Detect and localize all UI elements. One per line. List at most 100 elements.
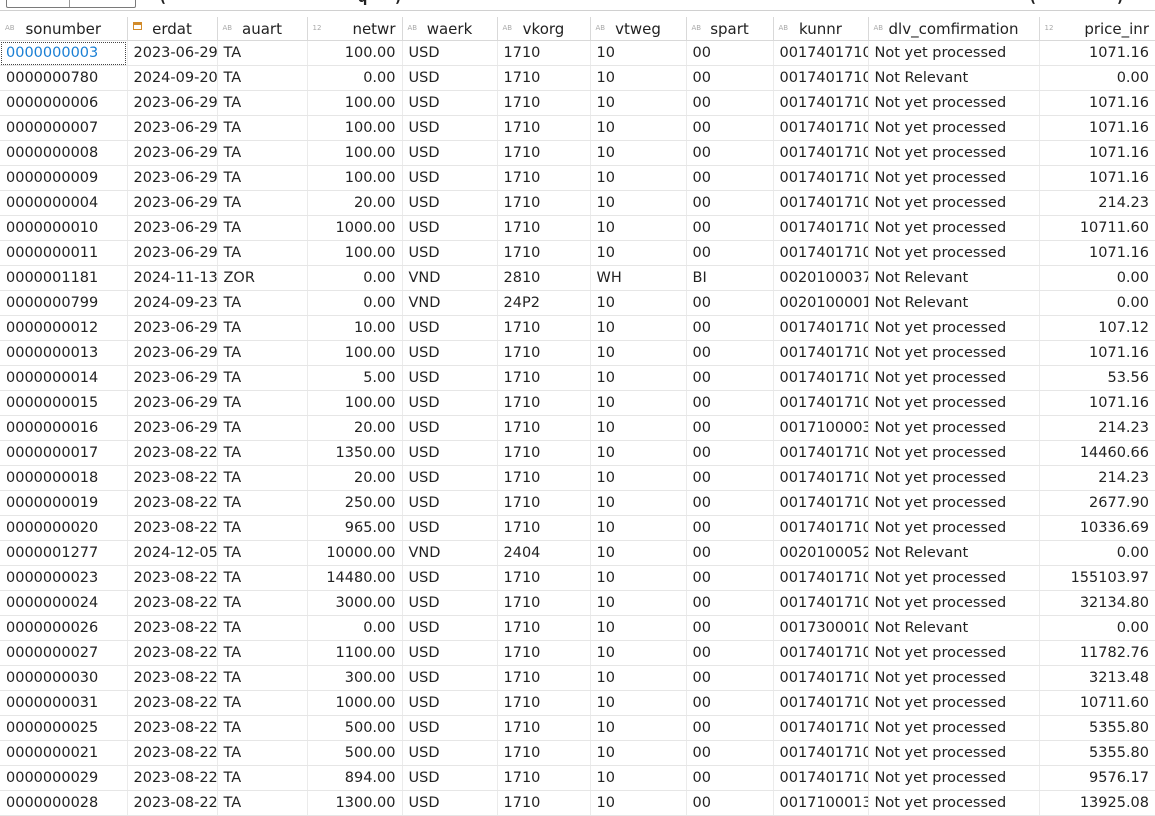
cell-dlv-comfirmation[interactable]: Not yet processed [868, 365, 1040, 391]
table-row[interactable]: 0000000020 2023-08-22 TA 965.00 USD 1710 10 00 0… [0, 515, 1155, 541]
cell-spart[interactable]: 00 [686, 140, 774, 166]
table-row[interactable]: 0000000016 2023-06-29 TA 20.00 USD 1710 10 00 00… [0, 415, 1155, 441]
cell-kunnr[interactable]: 0017401710 [773, 565, 869, 591]
cell-auart[interactable]: TA [217, 240, 308, 266]
cell-erdat[interactable]: 2023-06-29 [127, 240, 218, 266]
cell-vkorg[interactable]: 1710 [497, 465, 591, 491]
column-header-vkorg[interactable]: AB vkorg [497, 17, 591, 41]
cell-spart[interactable]: 00 [686, 515, 774, 541]
cell-erdat[interactable]: 2023-08-22 [127, 740, 218, 766]
cell-vkorg[interactable]: 1710 [497, 715, 591, 741]
table-row[interactable]: 0000000015 2023-06-29 TA 100.00 USD 1710 10 00 0… [0, 390, 1155, 416]
cell-dlv-comfirmation[interactable]: Not yet processed [868, 665, 1040, 691]
cell-waerk[interactable]: USD [402, 615, 498, 641]
cell-waerk[interactable]: USD [402, 715, 498, 741]
cell-erdat[interactable]: 2023-08-22 [127, 640, 218, 666]
cell-dlv-comfirmation[interactable]: Not Relevant [868, 290, 1040, 316]
cell-dlv-comfirmation[interactable]: Not Relevant [868, 265, 1040, 291]
cell-vkorg[interactable]: 24P2 [497, 290, 591, 316]
cell-auart[interactable]: TA [217, 90, 308, 116]
cell-auart[interactable]: TA [217, 640, 308, 666]
cell-price-inr[interactable]: 14460.66 [1039, 440, 1155, 466]
cell-price-inr[interactable]: 11782.76 [1039, 640, 1155, 666]
column-header-erdat[interactable]: erdat [127, 17, 218, 41]
cell-sonumber[interactable]: 0000000024 [0, 590, 128, 616]
cell-vtweg[interactable]: 10 [590, 215, 687, 241]
toolbar-input[interactable] [6, 0, 136, 8]
cell-waerk[interactable]: USD [402, 590, 498, 616]
cell-dlv-comfirmation[interactable]: Not yet processed [868, 440, 1040, 466]
cell-vtweg[interactable]: 10 [590, 665, 687, 691]
cell-spart[interactable]: 00 [686, 315, 774, 341]
cell-price-inr[interactable]: 1071.16 [1039, 165, 1155, 191]
cell-waerk[interactable]: VND [402, 290, 498, 316]
cell-kunnr[interactable]: 0017401710 [773, 90, 869, 116]
cell-vkorg[interactable]: 1710 [497, 415, 591, 441]
table-row[interactable]: 0000000031 2023-08-22 TA 1000.00 USD 1710 10 00… [0, 690, 1155, 716]
cell-vkorg[interactable]: 2810 [497, 265, 591, 291]
cell-erdat[interactable]: 2023-08-22 [127, 665, 218, 691]
table-row[interactable]: 0000000025 2023-08-22 TA 500.00 USD 1710 10 00 0… [0, 715, 1155, 741]
cell-price-inr[interactable]: 3213.48 [1039, 665, 1155, 691]
cell-auart[interactable]: TA [217, 190, 308, 216]
table-row[interactable]: 0000000024 2023-08-22 TA 3000.00 USD 1710 10 00… [0, 590, 1155, 616]
cell-dlv-comfirmation[interactable]: Not yet processed [868, 190, 1040, 216]
cell-kunnr[interactable]: 0017401710 [773, 115, 869, 141]
cell-spart[interactable]: 00 [686, 565, 774, 591]
cell-price-inr[interactable]: 9576.17 [1039, 765, 1155, 791]
cell-netwr[interactable]: 500.00 [307, 740, 403, 766]
table-row[interactable]: 0000000021 2023-08-22 TA 500.00 USD 1710 10 00 0… [0, 740, 1155, 766]
cell-dlv-comfirmation[interactable]: Not yet processed [868, 490, 1040, 516]
table-row[interactable]: 0000000009 2023-06-29 TA 100.00 USD 1710 10 00 0… [0, 165, 1155, 191]
cell-vtweg[interactable]: 10 [590, 640, 687, 666]
cell-price-inr[interactable]: 13925.08 [1039, 790, 1155, 816]
cell-vtweg[interactable]: 10 [590, 365, 687, 391]
cell-erdat[interactable]: 2024-09-23 [127, 290, 218, 316]
cell-kunnr[interactable]: 0017401710 [773, 665, 869, 691]
cell-vkorg[interactable]: 1710 [497, 115, 591, 141]
cell-sonumber[interactable]: 0000000029 [0, 765, 128, 791]
cell-dlv-comfirmation[interactable]: Not yet processed [868, 315, 1040, 341]
cell-netwr[interactable]: 100.00 [307, 90, 403, 116]
cell-vtweg[interactable]: 10 [590, 115, 687, 141]
cell-sonumber[interactable]: 0000000004 [0, 190, 128, 216]
cell-erdat[interactable]: 2023-08-22 [127, 790, 218, 816]
cell-kunnr[interactable]: 0017401710 [773, 640, 869, 666]
cell-netwr[interactable]: 10.00 [307, 315, 403, 341]
cell-waerk[interactable]: USD [402, 465, 498, 491]
cell-price-inr[interactable]: 1071.16 [1039, 90, 1155, 116]
cell-spart[interactable]: 00 [686, 340, 774, 366]
table-row[interactable]: 0000001181 2024-11-13 ZOR 0.00 VND 2810 WH BI 00… [0, 265, 1155, 291]
cell-waerk[interactable]: VND [402, 265, 498, 291]
cell-vtweg[interactable]: 10 [590, 740, 687, 766]
table-row[interactable]: 0000000008 2023-06-29 TA 100.00 USD 1710 10 00 0… [0, 140, 1155, 166]
cell-vkorg[interactable]: 1710 [497, 690, 591, 716]
cell-spart[interactable]: 00 [686, 540, 774, 566]
cell-vkorg[interactable]: 1710 [497, 215, 591, 241]
cell-auart[interactable]: TA [217, 465, 308, 491]
cell-vkorg[interactable]: 1710 [497, 90, 591, 116]
cell-dlv-comfirmation[interactable]: Not yet processed [868, 790, 1040, 816]
cell-auart[interactable]: TA [217, 765, 308, 791]
cell-sonumber[interactable]: 0000000025 [0, 715, 128, 741]
cell-vtweg[interactable]: 10 [590, 165, 687, 191]
cell-waerk[interactable]: USD [402, 140, 498, 166]
cell-spart[interactable]: 00 [686, 490, 774, 516]
cell-erdat[interactable]: 2023-06-29 [127, 390, 218, 416]
cell-vtweg[interactable]: WH [590, 265, 687, 291]
cell-waerk[interactable]: USD [402, 340, 498, 366]
cell-sonumber[interactable]: 0000000014 [0, 365, 128, 391]
cell-waerk[interactable]: USD [402, 315, 498, 341]
column-header-price-inr[interactable]: 12 price_inr [1039, 17, 1155, 41]
cell-sonumber[interactable]: 0000000003 [0, 40, 128, 66]
cell-spart[interactable]: 00 [686, 415, 774, 441]
cell-vkorg[interactable]: 1710 [497, 390, 591, 416]
cell-price-inr[interactable]: 5355.80 [1039, 715, 1155, 741]
cell-auart[interactable]: TA [217, 615, 308, 641]
cell-waerk[interactable]: USD [402, 190, 498, 216]
cell-kunnr[interactable]: 0020100052 [773, 540, 869, 566]
cell-netwr[interactable]: 500.00 [307, 715, 403, 741]
cell-vtweg[interactable]: 10 [590, 190, 687, 216]
cell-auart[interactable]: TA [217, 365, 308, 391]
cell-auart[interactable]: TA [217, 165, 308, 191]
